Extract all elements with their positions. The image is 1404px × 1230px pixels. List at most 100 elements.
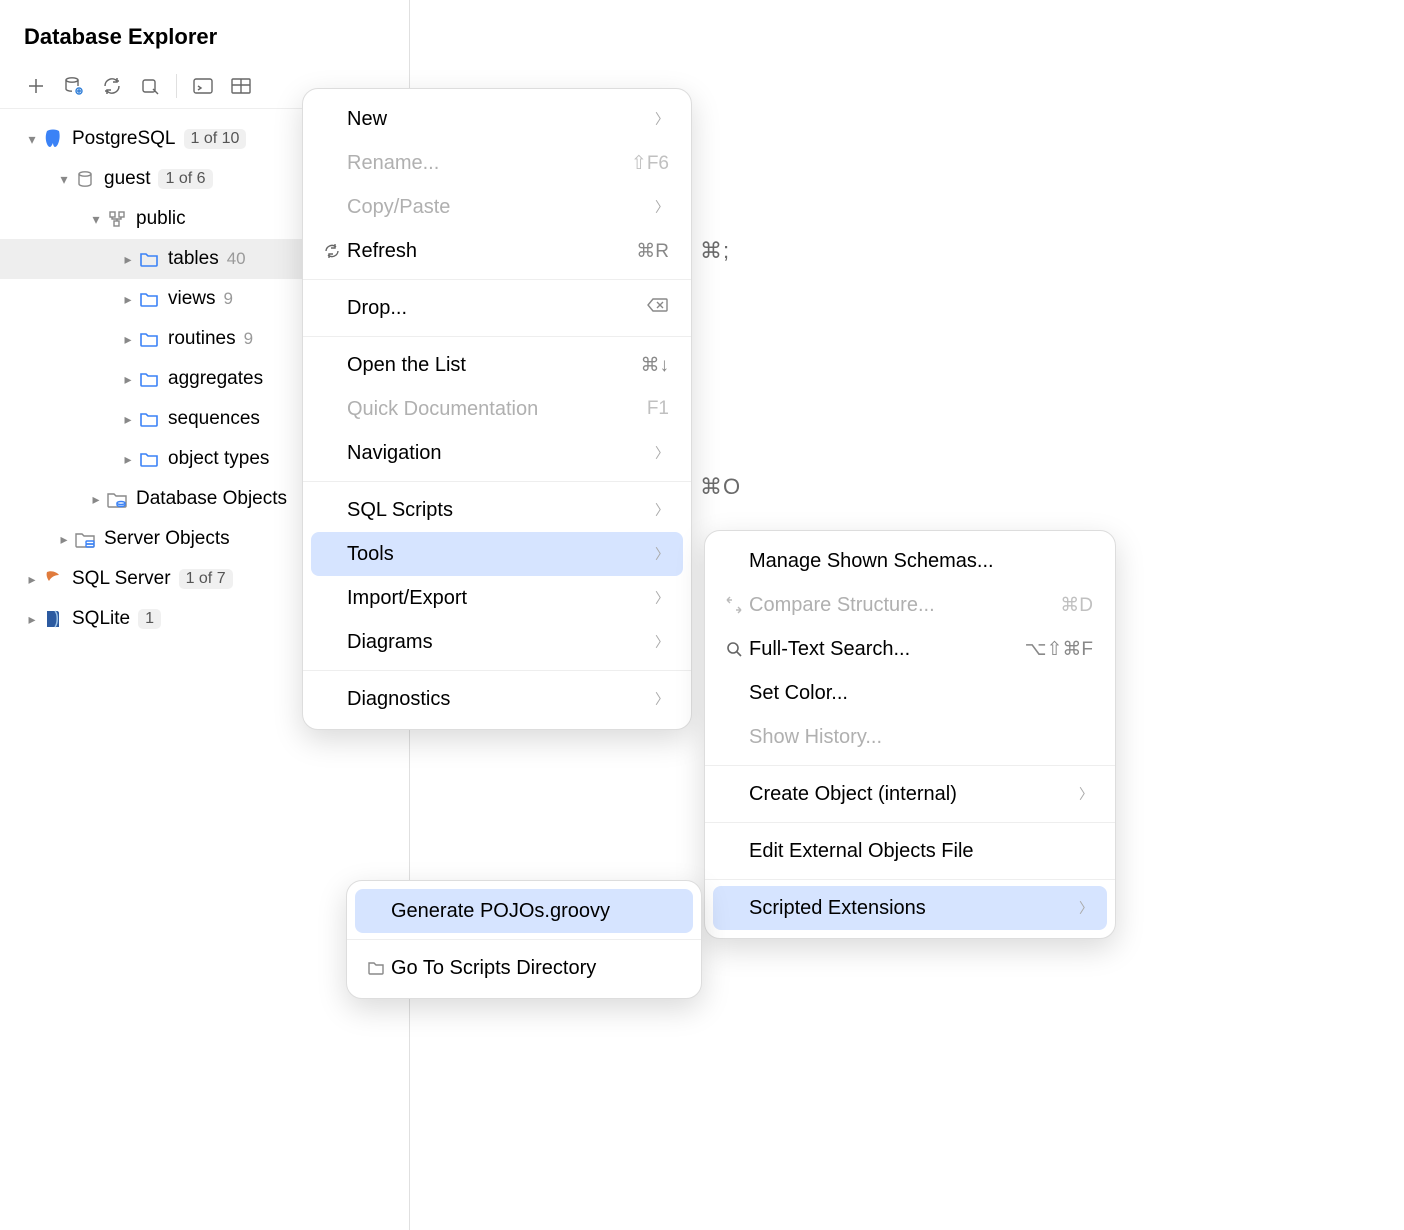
chevron-right-icon: 〉 bbox=[1079, 898, 1093, 918]
database-icon bbox=[74, 168, 96, 190]
search-icon bbox=[719, 640, 749, 658]
node-label: Database Objects bbox=[136, 488, 287, 510]
folder-icon bbox=[138, 368, 160, 390]
node-badge: 1 bbox=[138, 609, 161, 629]
node-label: PostgreSQL bbox=[72, 128, 176, 150]
panel-title: Database Explorer bbox=[0, 0, 409, 68]
node-count: 9 bbox=[224, 289, 233, 309]
chevron-right-icon[interactable]: ▸ bbox=[22, 611, 42, 628]
menu-separator bbox=[347, 939, 701, 940]
menu-item-navigation[interactable]: Navigation〉 bbox=[303, 431, 691, 475]
refresh-icon bbox=[317, 242, 347, 260]
database-objects-icon bbox=[106, 488, 128, 510]
menu-item-sql-scripts[interactable]: SQL Scripts〉 bbox=[303, 488, 691, 532]
folder-icon bbox=[138, 288, 160, 310]
node-badge: 1 of 6 bbox=[158, 169, 212, 189]
menu-item-tools[interactable]: Tools〉 bbox=[311, 532, 683, 576]
folder-icon bbox=[361, 960, 391, 976]
node-label: SQL Server bbox=[72, 568, 171, 590]
menu-item-import-export[interactable]: Import/Export〉 bbox=[303, 576, 691, 620]
sqlserver-icon bbox=[42, 568, 64, 590]
menu-item-open-list[interactable]: Open the List⌘↓ bbox=[303, 343, 691, 387]
chevron-right-icon[interactable]: ▸ bbox=[118, 371, 138, 388]
node-badge: 1 of 7 bbox=[179, 569, 233, 589]
menu-item-diagnostics[interactable]: Diagnostics〉 bbox=[303, 677, 691, 721]
chevron-right-icon[interactable]: ▸ bbox=[22, 571, 42, 588]
chevron-right-icon[interactable]: ▸ bbox=[118, 451, 138, 468]
delete-icon bbox=[647, 296, 669, 320]
menu-separator bbox=[303, 670, 691, 671]
chevron-right-icon[interactable]: ▸ bbox=[118, 411, 138, 428]
menu-item-manage-schemas[interactable]: Manage Shown Schemas... bbox=[705, 539, 1115, 583]
node-badge: 1 of 10 bbox=[184, 129, 247, 149]
compare-icon bbox=[719, 596, 749, 614]
menu-item-show-history: Show History... bbox=[705, 715, 1115, 759]
schema-icon bbox=[106, 208, 128, 230]
chevron-right-icon: 〉 bbox=[655, 500, 669, 520]
menu-item-drop[interactable]: Drop... bbox=[303, 286, 691, 330]
menu-item-fulltext-search[interactable]: Full-Text Search...⌥⇧⌘F bbox=[705, 627, 1115, 671]
chevron-right-icon: 〉 bbox=[655, 443, 669, 463]
node-count: 40 bbox=[227, 249, 246, 269]
scripted-extensions-submenu: Generate POJOs.groovy Go To Scripts Dire… bbox=[346, 880, 702, 999]
node-label: Server Objects bbox=[104, 528, 230, 550]
postgresql-icon bbox=[42, 128, 64, 150]
node-label: routines bbox=[168, 328, 236, 350]
menu-item-new[interactable]: New〉 bbox=[303, 97, 691, 141]
chevron-right-icon: 〉 bbox=[655, 544, 669, 564]
node-label: tables bbox=[168, 248, 219, 270]
datasource-properties-icon[interactable] bbox=[62, 74, 86, 98]
node-count: 9 bbox=[244, 329, 253, 349]
menu-separator bbox=[705, 765, 1115, 766]
menu-item-edit-external[interactable]: Edit External Objects File bbox=[705, 829, 1115, 873]
menu-item-diagrams[interactable]: Diagrams〉 bbox=[303, 620, 691, 664]
menu-item-generate-pojos[interactable]: Generate POJOs.groovy bbox=[355, 889, 693, 933]
server-objects-icon bbox=[74, 528, 96, 550]
chevron-right-icon[interactable]: ▸ bbox=[118, 251, 138, 268]
chevron-right-icon: 〉 bbox=[655, 689, 669, 709]
menu-item-copy-paste: Copy/Paste〉 bbox=[303, 185, 691, 229]
chevron-right-icon[interactable]: ▸ bbox=[118, 331, 138, 348]
chevron-down-icon[interactable]: ▾ bbox=[22, 131, 42, 148]
menu-separator bbox=[303, 336, 691, 337]
menu-item-refresh[interactable]: Refresh⌘R bbox=[303, 229, 691, 273]
jump-to-query-icon[interactable] bbox=[138, 74, 162, 98]
node-label: aggregates bbox=[168, 368, 263, 390]
chevron-right-icon[interactable]: ▸ bbox=[54, 531, 74, 548]
node-label: object types bbox=[168, 448, 269, 470]
menu-item-quick-doc: Quick DocumentationF1 bbox=[303, 387, 691, 431]
menu-item-compare-structure: Compare Structure...⌘D bbox=[705, 583, 1115, 627]
refresh-icon[interactable] bbox=[100, 74, 124, 98]
chevron-down-icon[interactable]: ▾ bbox=[86, 211, 106, 228]
chevron-right-icon[interactable]: ▸ bbox=[118, 291, 138, 308]
editor-hints: ⌘; ⌘O bbox=[700, 238, 740, 500]
menu-separator bbox=[705, 879, 1115, 880]
node-label: SQLite bbox=[72, 608, 130, 630]
menu-item-rename: Rename...⇧F6 bbox=[303, 141, 691, 185]
menu-item-create-object[interactable]: Create Object (internal)〉 bbox=[705, 772, 1115, 816]
menu-item-set-color[interactable]: Set Color... bbox=[705, 671, 1115, 715]
node-label: public bbox=[136, 208, 186, 230]
chevron-right-icon: 〉 bbox=[655, 632, 669, 652]
folder-icon bbox=[138, 248, 160, 270]
folder-icon bbox=[138, 408, 160, 430]
add-icon[interactable] bbox=[24, 74, 48, 98]
toolbar-separator bbox=[176, 74, 177, 98]
menu-separator bbox=[303, 279, 691, 280]
menu-item-goto-scripts-dir[interactable]: Go To Scripts Directory bbox=[347, 946, 701, 990]
chevron-down-icon[interactable]: ▾ bbox=[54, 171, 74, 188]
node-label: sequences bbox=[168, 408, 260, 430]
table-icon[interactable] bbox=[229, 74, 253, 98]
tools-submenu: Manage Shown Schemas... Compare Structur… bbox=[704, 530, 1116, 939]
menu-separator bbox=[705, 822, 1115, 823]
chevron-right-icon: 〉 bbox=[1079, 784, 1093, 804]
chevron-right-icon: 〉 bbox=[655, 588, 669, 608]
chevron-right-icon[interactable]: ▸ bbox=[86, 491, 106, 508]
node-label: guest bbox=[104, 168, 150, 190]
menu-item-scripted-extensions[interactable]: Scripted Extensions〉 bbox=[713, 886, 1107, 930]
menu-separator bbox=[303, 481, 691, 482]
context-menu: New〉 Rename...⇧F6 Copy/Paste〉 Refresh⌘R … bbox=[302, 88, 692, 730]
console-icon[interactable] bbox=[191, 74, 215, 98]
sqlite-icon bbox=[42, 608, 64, 630]
folder-icon bbox=[138, 328, 160, 350]
